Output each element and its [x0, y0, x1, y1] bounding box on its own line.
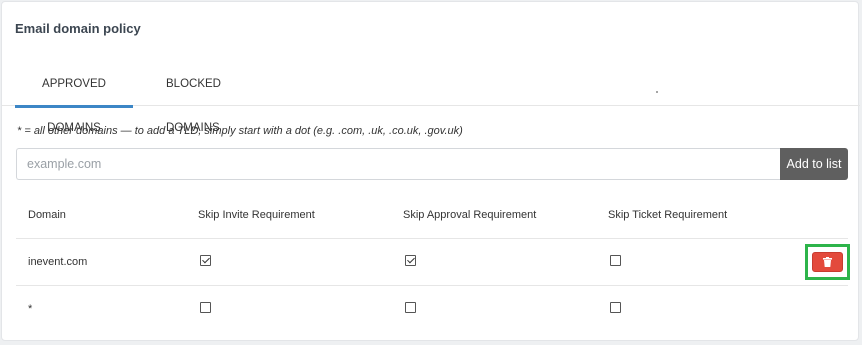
actions-cell	[788, 285, 848, 332]
header-skip-ticket: Skip Ticket Requirement	[608, 209, 728, 221]
skip-approval-checkbox[interactable]	[405, 302, 416, 313]
skip-ticket-cell	[596, 238, 788, 286]
header-skip-invite: Skip Invite Requirement	[198, 209, 315, 221]
table-row: *	[16, 285, 848, 332]
skip-ticket-checkbox[interactable]	[610, 255, 621, 266]
skip-invite-cell	[186, 285, 391, 332]
header-domain: Domain	[28, 209, 66, 221]
table-header-row: Domain Skip Invite Requirement Skip Appr…	[16, 192, 848, 239]
domains-table: Domain Skip Invite Requirement Skip Appr…	[16, 192, 850, 332]
add-to-list-button[interactable]: Add to list	[780, 148, 848, 180]
delete-domain-button[interactable]	[812, 252, 843, 272]
domain-policy-card: Email domain policy APPROVED DOMAINS BLO…	[1, 1, 860, 341]
tab-approved-domains[interactable]: APPROVED DOMAINS	[15, 62, 133, 134]
tab-bar: APPROVED DOMAINS BLOCKED DOMAINS	[2, 62, 860, 134]
domain-input[interactable]	[16, 148, 780, 180]
header-skip-approval: Skip Approval Requirement	[403, 209, 537, 221]
table-row: inevent.com	[16, 238, 850, 286]
decorative-dot	[656, 91, 658, 93]
actions-cell	[788, 238, 850, 286]
delete-button-highlight	[805, 244, 850, 280]
skip-approval-checkbox[interactable]	[405, 255, 416, 266]
tld-hint-text: * = all other domains — to add a TLD, si…	[17, 125, 463, 137]
domain-cell: inevent.com	[16, 238, 186, 286]
skip-ticket-checkbox[interactable]	[610, 302, 621, 313]
skip-invite-checkbox[interactable]	[200, 255, 211, 266]
page-title: Email domain policy	[15, 21, 141, 36]
domain-cell: *	[16, 285, 186, 332]
trash-icon	[823, 257, 832, 267]
skip-invite-cell	[186, 238, 391, 286]
skip-approval-cell	[391, 285, 596, 332]
skip-ticket-cell	[596, 285, 788, 332]
add-domain-group: Add to list	[16, 148, 848, 180]
skip-invite-checkbox[interactable]	[200, 302, 211, 313]
skip-approval-cell	[391, 238, 596, 286]
header-actions	[788, 192, 848, 239]
tab-blocked-domains[interactable]: BLOCKED DOMAINS	[166, 62, 276, 134]
